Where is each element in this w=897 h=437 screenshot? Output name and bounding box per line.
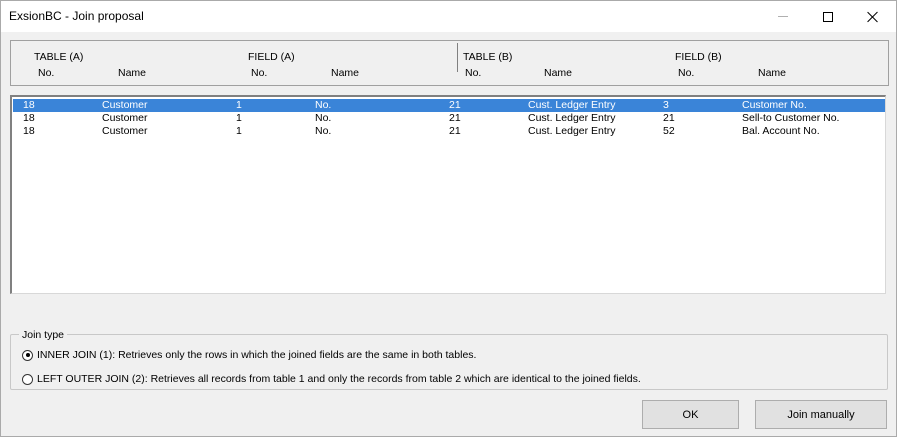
header-table-b: TABLE (B) xyxy=(463,51,513,63)
cell-table-b-name: Cust. Ledger Entry xyxy=(528,99,616,111)
list-row[interactable]: 18 Customer 1 No. 21 Cust. Ledger Entry … xyxy=(13,99,885,112)
maximize-icon xyxy=(823,11,833,22)
header-field-a-no: No. xyxy=(251,67,268,79)
inner-join-radio[interactable] xyxy=(22,349,33,361)
cell-field-a-no: 1 xyxy=(236,112,242,124)
header-table-a-no: No. xyxy=(38,67,55,79)
header-field-b: FIELD (B) xyxy=(675,51,722,63)
maximize-button[interactable] xyxy=(806,1,850,32)
inner-join-label: INNER JOIN (1): Retrieves only the rows … xyxy=(37,349,477,361)
header-table-a: TABLE (A) xyxy=(34,51,84,63)
header-field-b-name: Name xyxy=(758,67,787,79)
left-outer-join-option[interactable]: LEFT OUTER JOIN (2): Retrieves all recor… xyxy=(22,373,641,385)
header-table-a-name: Name xyxy=(118,67,147,79)
cell-field-b-no: 21 xyxy=(663,112,675,124)
left-outer-join-radio[interactable] xyxy=(22,373,33,385)
title-bar: ExsionBC - Join proposal xyxy=(1,1,896,32)
cell-table-b-name: Cust. Ledger Entry xyxy=(528,125,616,137)
cell-field-b-name: Customer No. xyxy=(742,99,807,111)
cell-table-a-no: 18 xyxy=(23,125,35,137)
cell-field-b-name: Bal. Account No. xyxy=(742,125,820,137)
cell-table-a-name: Customer xyxy=(102,112,148,124)
cell-table-a-no: 18 xyxy=(23,112,35,124)
cell-table-b-no: 21 xyxy=(449,112,461,124)
cell-field-a-no: 1 xyxy=(236,125,242,137)
join-manually-button[interactable]: Join manually xyxy=(755,400,887,429)
header-field-b-no: No. xyxy=(678,67,695,79)
cell-table-a-name: Customer xyxy=(102,99,148,111)
cell-field-a-name: No. xyxy=(315,125,332,137)
header-divider xyxy=(457,43,458,72)
minimize-button[interactable] xyxy=(761,1,805,32)
window-title: ExsionBC - Join proposal xyxy=(9,9,144,23)
join-type-legend: Join type xyxy=(19,329,68,341)
cell-field-a-no: 1 xyxy=(236,99,242,111)
minimize-icon xyxy=(778,16,788,17)
cell-table-b-no: 21 xyxy=(449,99,461,111)
cell-field-b-name: Sell-to Customer No. xyxy=(742,112,840,124)
cell-field-a-name: No. xyxy=(315,112,332,124)
cell-table-a-no: 18 xyxy=(23,99,35,111)
join-proposal-list[interactable]: 18 Customer 1 No. 21 Cust. Ledger Entry … xyxy=(10,95,886,294)
close-icon xyxy=(867,11,879,23)
header-table-b-no: No. xyxy=(465,67,482,79)
close-button[interactable] xyxy=(851,1,895,32)
join-proposal-dialog: ExsionBC - Join proposal TABLE (A) No. N… xyxy=(0,0,897,437)
cell-table-b-name: Cust. Ledger Entry xyxy=(528,112,616,124)
column-header-panel: TABLE (A) No. Name FIELD (A) No. Name TA… xyxy=(10,40,889,86)
cell-table-b-no: 21 xyxy=(449,125,461,137)
ok-button[interactable]: OK xyxy=(642,400,739,429)
cell-field-a-name: No. xyxy=(315,99,332,111)
cell-field-b-no: 3 xyxy=(663,99,669,111)
list-row[interactable]: 18 Customer 1 No. 21 Cust. Ledger Entry … xyxy=(13,125,885,138)
cell-field-b-no: 52 xyxy=(663,125,675,137)
header-field-a: FIELD (A) xyxy=(248,51,295,63)
cell-table-a-name: Customer xyxy=(102,125,148,137)
header-table-b-name: Name xyxy=(544,67,573,79)
header-field-a-name: Name xyxy=(331,67,360,79)
left-outer-join-label: LEFT OUTER JOIN (2): Retrieves all recor… xyxy=(37,373,641,385)
list-row[interactable]: 18 Customer 1 No. 21 Cust. Ledger Entry … xyxy=(13,112,885,125)
inner-join-option[interactable]: INNER JOIN (1): Retrieves only the rows … xyxy=(22,349,476,361)
